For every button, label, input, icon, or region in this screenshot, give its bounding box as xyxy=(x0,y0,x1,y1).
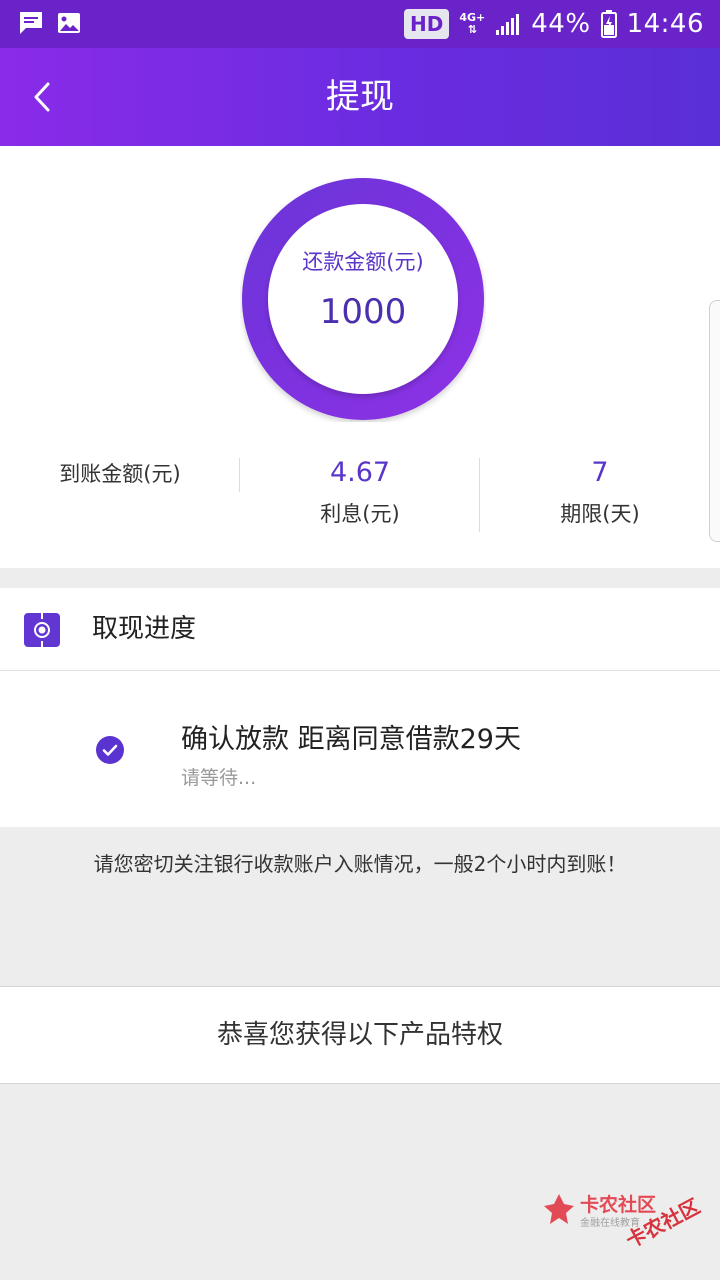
ring-label: 还款金额(元) xyxy=(302,250,424,274)
perk-banner[interactable]: 恭喜您获得以下产品特权 xyxy=(0,986,720,1084)
stat-label: 利息(元) xyxy=(320,502,400,526)
step-subtitle: 请等待... xyxy=(181,767,257,789)
check-circle-icon xyxy=(96,736,124,764)
page-title: 提现 xyxy=(326,77,394,117)
arrival-notice: 请您密切关注银行收款账户入账情况，一般2个小时内到账！ xyxy=(93,852,627,876)
perk-text: 恭喜您获得以下产品特权 xyxy=(216,1020,503,1050)
stat-label: 期限(天) xyxy=(560,502,640,526)
message-icon xyxy=(20,12,42,34)
step-title: 确认放款 距离同意借款29天 xyxy=(181,724,521,755)
progress-header: 取现进度 xyxy=(0,588,720,671)
chevron-left-icon xyxy=(34,82,50,112)
network-type: 4G+ ⇅ xyxy=(459,11,486,36)
ring-value: 1000 xyxy=(319,292,407,332)
watermark-logo-icon xyxy=(544,1194,574,1224)
watermark: 卡农社区 金融在线教育 卡农社区 xyxy=(536,1182,720,1280)
progress-title: 取现进度 xyxy=(92,614,197,644)
repayment-ring: 还款金额(元) 1000 xyxy=(240,176,486,422)
signal-icon xyxy=(496,14,520,35)
stat-value xyxy=(0,488,240,522)
back-button[interactable] xyxy=(22,72,66,122)
notification-icons xyxy=(18,10,82,36)
title-bar: 提现 xyxy=(0,48,720,146)
progress-step: 确认放款 距离同意借款29天 请等待... xyxy=(0,671,720,827)
stat-received: 到账金额(元) xyxy=(0,450,240,522)
clock: 14:46 xyxy=(626,9,704,39)
stats-row: 到账金额(元) 4.67 利息(元) 7 期限(天) xyxy=(0,456,720,536)
battery-percent: 44% xyxy=(531,9,591,39)
image-icon xyxy=(58,13,80,33)
stat-interest: 4.67 利息(元) xyxy=(240,456,480,528)
stat-term: 7 期限(天) xyxy=(480,456,720,528)
watermark-name: 卡农社区 xyxy=(580,1194,657,1216)
status-bar: HD 4G+ ⇅ 44% 14:46 xyxy=(0,0,720,48)
progress-icon xyxy=(24,613,60,647)
edge-handle[interactable] xyxy=(709,300,720,542)
summary-card: 还款金额(元) 1000 到账金额(元) 4.67 利息(元) 7 期限(天) xyxy=(0,146,720,568)
status-indicators: HD 4G+ ⇅ 44% 14:46 xyxy=(404,6,704,42)
stat-label: 到账金额(元) xyxy=(59,462,181,486)
hd-badge: HD xyxy=(404,9,450,39)
stat-value: 7 xyxy=(591,457,609,488)
battery-icon xyxy=(600,10,617,38)
stat-value: 4.67 xyxy=(329,457,391,488)
